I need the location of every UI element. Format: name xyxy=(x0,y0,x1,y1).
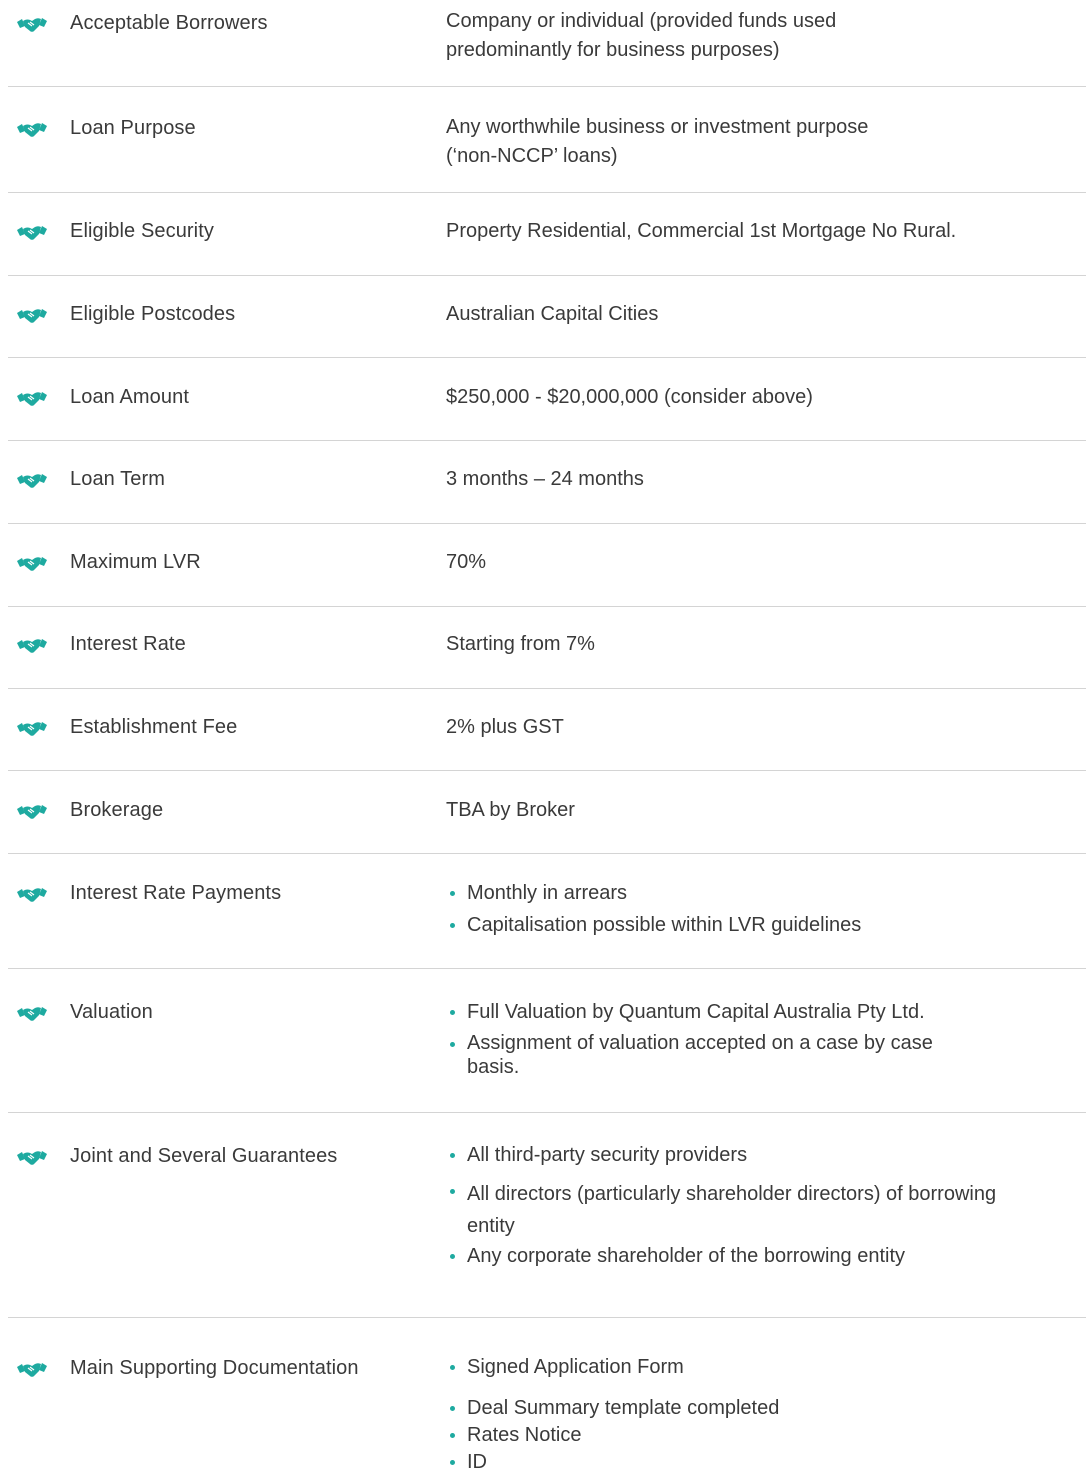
value-line: Any worthwhile business or investment pu… xyxy=(446,116,869,138)
row-bullet-list: All third-party security providers All d… xyxy=(446,1142,1086,1270)
row-label: Eligible Security xyxy=(70,220,214,242)
row-label: Joint and Several Guarantees xyxy=(70,1145,338,1167)
row-label: Maximum LVR xyxy=(70,551,201,573)
handshake-icon xyxy=(16,883,48,905)
handshake-icon xyxy=(16,1146,48,1168)
handshake-icon xyxy=(16,634,48,656)
row-label: Valuation xyxy=(70,1001,153,1023)
list-item: All third-party security providers xyxy=(446,1142,1086,1169)
table-row: Joint and Several Guarantees All third-p… xyxy=(8,1113,1086,1318)
table-row: Maximum LVR 70% xyxy=(8,524,1086,607)
value-line: 3 months – 24 months xyxy=(446,468,644,490)
row-label: Eligible Postcodes xyxy=(70,303,236,325)
handshake-icon xyxy=(16,304,48,326)
row-value: Property Residential, Commercial 1st Mor… xyxy=(446,217,1086,246)
list-item: Monthly in arrears xyxy=(446,880,1086,907)
handshake-icon xyxy=(16,469,48,491)
value-line: (‘non-NCCP’ loans) xyxy=(446,145,618,167)
value-line: 70% xyxy=(446,551,487,573)
value-line: predominantly for business purposes) xyxy=(446,39,780,61)
row-value: 3 months – 24 months xyxy=(446,465,1086,494)
row-label: Main Supporting Documentation xyxy=(70,1357,359,1379)
row-label: Loan Purpose xyxy=(70,117,196,139)
handshake-icon xyxy=(16,800,48,822)
row-value: 2% plus GST xyxy=(446,713,1086,742)
handshake-icon xyxy=(16,387,48,409)
handshake-icon xyxy=(16,717,48,739)
row-value: $250,000 - $20,000,000 (consider above) xyxy=(446,383,1086,412)
value-line: Property Residential, Commercial 1st Mor… xyxy=(446,220,957,242)
row-bullet-list: Full Valuation by Quantum Capital Austra… xyxy=(446,999,1086,1079)
table-row: Loan Purpose Any worthwhile business or … xyxy=(8,87,1086,193)
handshake-icon xyxy=(16,1358,48,1380)
handshake-icon xyxy=(16,221,48,243)
list-item: Full Valuation by Quantum Capital Austra… xyxy=(446,999,1086,1026)
handshake-icon xyxy=(16,13,48,35)
row-label: Loan Term xyxy=(70,468,166,490)
row-value: Company or individual (provided funds us… xyxy=(446,7,1086,65)
list-item: All directors (particularly shareholder … xyxy=(446,1178,997,1242)
value-line: TBA by Broker xyxy=(446,799,575,821)
table-row: Interest Rate Starting from 7% xyxy=(8,607,1086,689)
table-row: Eligible Security Property Residential, … xyxy=(8,193,1086,276)
list-item: Deal Summary template completed xyxy=(446,1395,1086,1422)
value-line: Australian Capital Cities xyxy=(446,303,659,325)
row-value: Starting from 7% xyxy=(446,630,1086,659)
row-label: Brokerage xyxy=(70,799,164,821)
row-label: Establishment Fee xyxy=(70,716,238,738)
table-row: Acceptable Borrowers Company or individu… xyxy=(8,0,1086,87)
row-bullet-list: Signed Application Form Deal Summary tem… xyxy=(446,1354,1086,1476)
handshake-icon xyxy=(16,1002,48,1024)
value-line: Company or individual (provided funds us… xyxy=(446,10,837,32)
list-item: Rates Notice xyxy=(446,1422,1086,1449)
row-label: Interest Rate Payments xyxy=(70,882,282,904)
row-label: Acceptable Borrowers xyxy=(70,12,268,34)
row-value: Australian Capital Cities xyxy=(446,300,1086,329)
row-bullet-list: Monthly in arrears Capitalisation possib… xyxy=(446,880,1086,939)
table-row: Brokerage TBA by Broker xyxy=(8,771,1086,854)
value-line: $250,000 - $20,000,000 (consider above) xyxy=(446,386,813,408)
handshake-icon xyxy=(16,552,48,574)
row-label: Interest Rate xyxy=(70,633,186,655)
table-row: Main Supporting Documentation Signed App… xyxy=(8,1318,1086,1481)
list-item: Assignment of valuation accepted on a ca… xyxy=(446,1031,987,1079)
list-item: Any corporate shareholder of the borrowi… xyxy=(446,1243,1086,1270)
list-item: ID xyxy=(446,1449,1086,1476)
row-value: 70% xyxy=(446,548,1086,577)
table-row: Valuation Full Valuation by Quantum Capi… xyxy=(8,969,1086,1113)
table-row: Loan Amount $250,000 - $20,000,000 (cons… xyxy=(8,358,1086,441)
row-value: TBA by Broker xyxy=(446,796,1086,825)
row-value: Any worthwhile business or investment pu… xyxy=(446,113,1086,171)
row-label: Loan Amount xyxy=(70,386,189,408)
list-item: Capitalisation possible within LVR guide… xyxy=(446,912,1086,939)
table-row: Interest Rate Payments Monthly in arrear… xyxy=(8,854,1086,969)
table-row: Eligible Postcodes Australian Capital Ci… xyxy=(8,276,1086,358)
table-row: Loan Term 3 months – 24 months xyxy=(8,441,1086,524)
value-line: Starting from 7% xyxy=(446,633,595,655)
list-item: Signed Application Form xyxy=(446,1354,1086,1381)
table-row: Establishment Fee 2% plus GST xyxy=(8,689,1086,771)
handshake-icon xyxy=(16,118,48,140)
value-line: 2% plus GST xyxy=(446,716,564,738)
